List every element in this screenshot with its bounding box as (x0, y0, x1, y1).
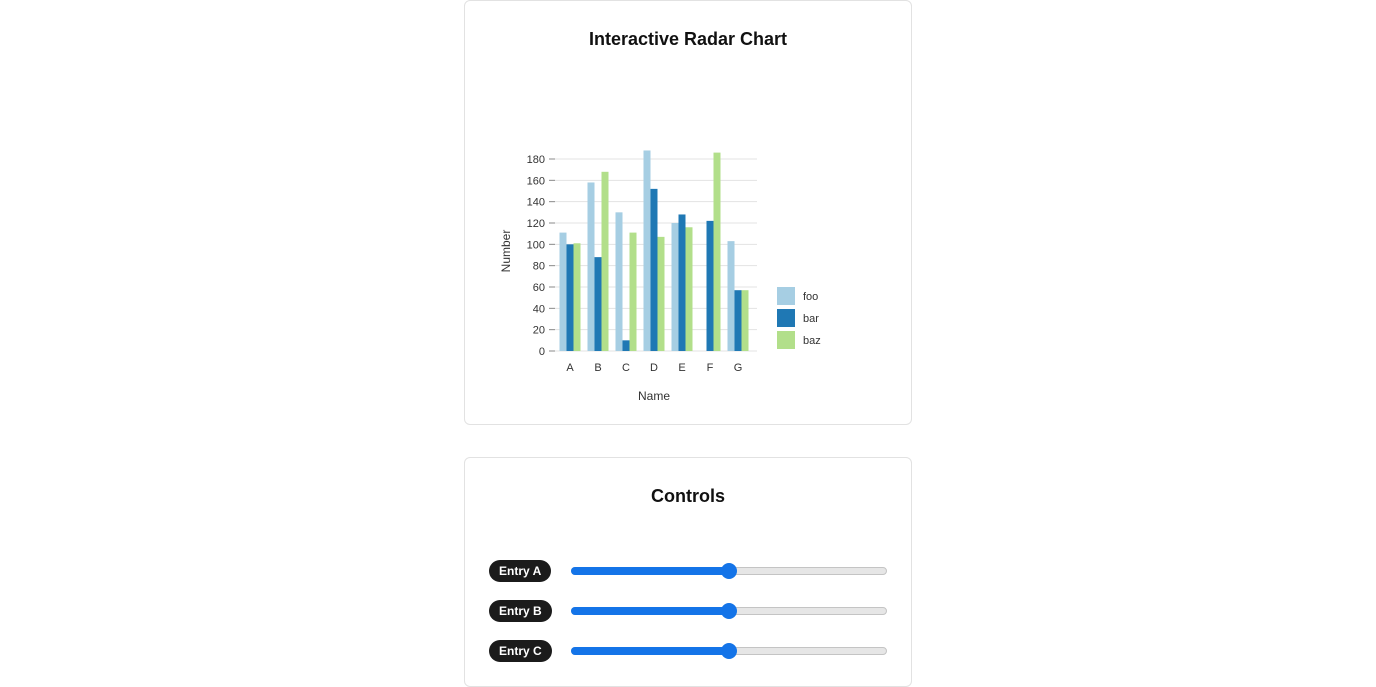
bar-foo-C (615, 212, 623, 351)
entry-c-slider[interactable] (571, 643, 887, 659)
bar-baz-B (601, 171, 609, 351)
legend-swatch-foo (777, 287, 795, 305)
x-tick-label: B (594, 362, 601, 374)
x-tick-label: C (622, 362, 630, 374)
y-tick-label: 140 (527, 197, 545, 209)
bar-baz-G (741, 290, 749, 351)
y-axis-label: Number (499, 230, 513, 273)
bar-bar-B (594, 257, 602, 351)
bar-foo-B (587, 182, 595, 351)
entry-a-slider-thumb[interactable] (721, 563, 737, 579)
entry-c-slider-thumb[interactable] (721, 643, 737, 659)
y-tick-label: 80 (533, 261, 545, 273)
bar-baz-F (713, 152, 721, 351)
y-tick-label: 60 (533, 282, 545, 294)
bar-baz-C (629, 232, 637, 351)
entry-a-label: Entry A (489, 560, 552, 582)
entry-c-slider-fill (571, 647, 729, 655)
bar-bar-C (622, 340, 630, 351)
bar-foo-D (643, 150, 651, 351)
x-tick-label: F (707, 362, 714, 374)
bar-bar-F (706, 220, 714, 351)
entry-b-slider[interactable] (571, 603, 887, 619)
legend-label-bar: bar (803, 313, 819, 325)
entry-b-control: Entry B (489, 600, 889, 622)
entry-a-slider-fill (571, 567, 729, 575)
bar-baz-D (657, 236, 665, 351)
x-tick-label: A (566, 362, 574, 374)
bar-baz-A (573, 243, 581, 351)
bar-bar-A (566, 244, 574, 351)
y-tick-label: 160 (527, 175, 545, 187)
legend-label-foo: foo (803, 291, 818, 303)
entry-a-control: Entry A (489, 560, 889, 582)
y-tick-label: 120 (527, 218, 545, 230)
x-tick-label: E (678, 362, 685, 374)
bar-baz-E (685, 227, 693, 351)
legend-label-baz: baz (803, 335, 821, 347)
chart-card: Interactive Radar Chart 0 20 40 60 80 100 120 1… (464, 0, 912, 425)
y-tick-label: 100 (527, 239, 545, 251)
bar-foo-A (559, 232, 567, 351)
bar-bar-E (678, 214, 686, 351)
y-tick-label: 20 (533, 325, 545, 337)
entry-a-slider[interactable] (571, 563, 887, 579)
bar-bar-D (650, 188, 658, 351)
bar-chart: 0 20 40 60 80 100 120 140 160 180 A B C D E F G Name Numbe… (499, 150, 821, 403)
x-tick-label: D (650, 362, 658, 374)
entry-c-control: Entry C (489, 640, 889, 662)
bar-foo-G (727, 241, 735, 351)
controls-card: Controls Entry A Entry B Entry C (464, 457, 912, 687)
entry-b-slider-fill (571, 607, 729, 615)
legend-swatch-bar (777, 309, 795, 327)
controls-title: Controls (651, 486, 725, 506)
entry-b-label: Entry B (489, 600, 552, 622)
x-axis-label: Name (638, 389, 670, 403)
y-tick-label: 40 (533, 303, 545, 315)
legend-swatch-baz (777, 331, 795, 349)
bar-foo-E (671, 223, 679, 351)
bar-bar-G (734, 290, 742, 351)
x-tick-label: G (734, 362, 743, 374)
entry-b-slider-thumb[interactable] (721, 603, 737, 619)
entry-c-label: Entry C (489, 640, 552, 662)
y-tick-label: 180 (527, 154, 545, 166)
y-tick-label: 0 (539, 346, 545, 358)
